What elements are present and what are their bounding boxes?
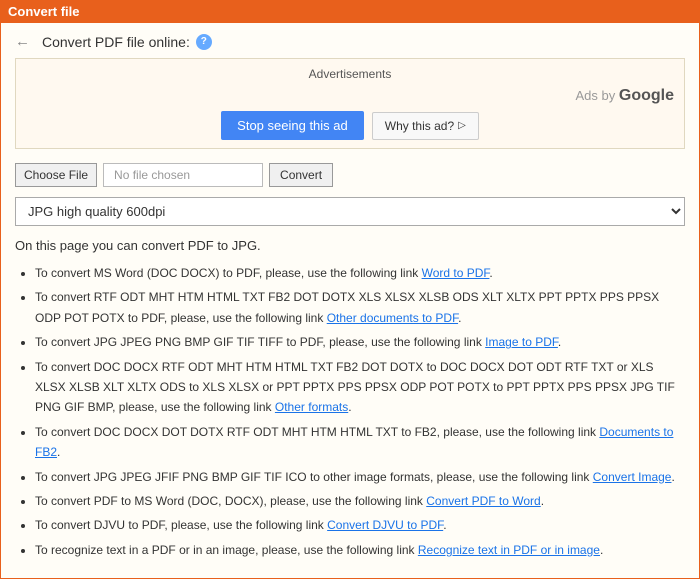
format-select[interactable]: JPG high quality 600dpiJPG normal qualit… xyxy=(15,197,685,226)
back-arrow[interactable]: ← xyxy=(15,33,30,50)
top-bar-label: Convert file xyxy=(8,4,80,19)
description: On this page you can convert PDF to JPG. xyxy=(15,238,685,253)
ads-buttons: Stop seeing this ad Why this ad? ▷ xyxy=(26,111,674,140)
list-item: To recognize text in a PDF or in an imag… xyxy=(35,540,685,560)
page-heading: ← Convert PDF file online: ? xyxy=(15,33,685,50)
conversion-link[interactable]: Convert DJVU to PDF xyxy=(327,518,443,532)
conversion-link[interactable]: Image to PDF xyxy=(485,335,558,349)
conversion-link[interactable]: Word to PDF xyxy=(422,266,490,280)
main-container: ← Convert PDF file online: ? Advertiseme… xyxy=(0,23,700,579)
list-item: To convert DJVU to PDF, please, use the … xyxy=(35,515,685,535)
conversion-link[interactable]: Recognize text in PDF or in image xyxy=(418,543,600,557)
conversion-links: To convert MS Word (DOC DOCX) to PDF, pl… xyxy=(15,263,685,560)
top-bar: Convert file xyxy=(0,0,700,23)
links-list: To convert MS Word (DOC DOCX) to PDF, pl… xyxy=(15,263,685,560)
list-item: To convert MS Word (DOC DOCX) to PDF, pl… xyxy=(35,263,685,283)
list-item: To convert DOC DOCX DOT DOTX RTF ODT MHT… xyxy=(35,422,685,463)
stop-ad-button[interactable]: Stop seeing this ad xyxy=(221,111,364,140)
conversion-link[interactable]: Other formats xyxy=(275,400,348,414)
why-ad-button[interactable]: Why this ad? ▷ xyxy=(372,112,479,140)
conversion-link[interactable]: Convert PDF to Word xyxy=(426,494,540,508)
ads-by-google: Ads by Google xyxy=(26,87,674,105)
list-item: To convert JPG JPEG PNG BMP GIF TIF TIFF… xyxy=(35,332,685,352)
heading-text: Convert PDF file online: xyxy=(42,34,190,50)
choose-file-button[interactable]: Choose File xyxy=(15,163,97,187)
file-name-display: No file chosen xyxy=(103,163,263,187)
list-item: To convert DOC DOCX RTF ODT MHT HTM HTML… xyxy=(35,357,685,418)
list-item: To convert RTF ODT MHT HTM HTML TXT FB2 … xyxy=(35,287,685,328)
list-item: To convert PDF to MS Word (DOC, DOCX), p… xyxy=(35,491,685,511)
help-icon[interactable]: ? xyxy=(196,34,212,50)
conversion-link[interactable]: Other documents to PDF xyxy=(327,311,458,325)
ads-section: Advertisements Ads by Google Stop seeing… xyxy=(15,58,685,149)
ads-label: Advertisements xyxy=(26,67,674,81)
convert-button[interactable]: Convert xyxy=(269,163,333,187)
list-item: To convert JPG JPEG JFIF PNG BMP GIF TIF… xyxy=(35,467,685,487)
conversion-link[interactable]: Documents to FB2 xyxy=(35,425,673,459)
conversion-link[interactable]: Convert Image xyxy=(593,470,672,484)
file-input-section: Choose File No file chosen Convert xyxy=(15,163,685,187)
